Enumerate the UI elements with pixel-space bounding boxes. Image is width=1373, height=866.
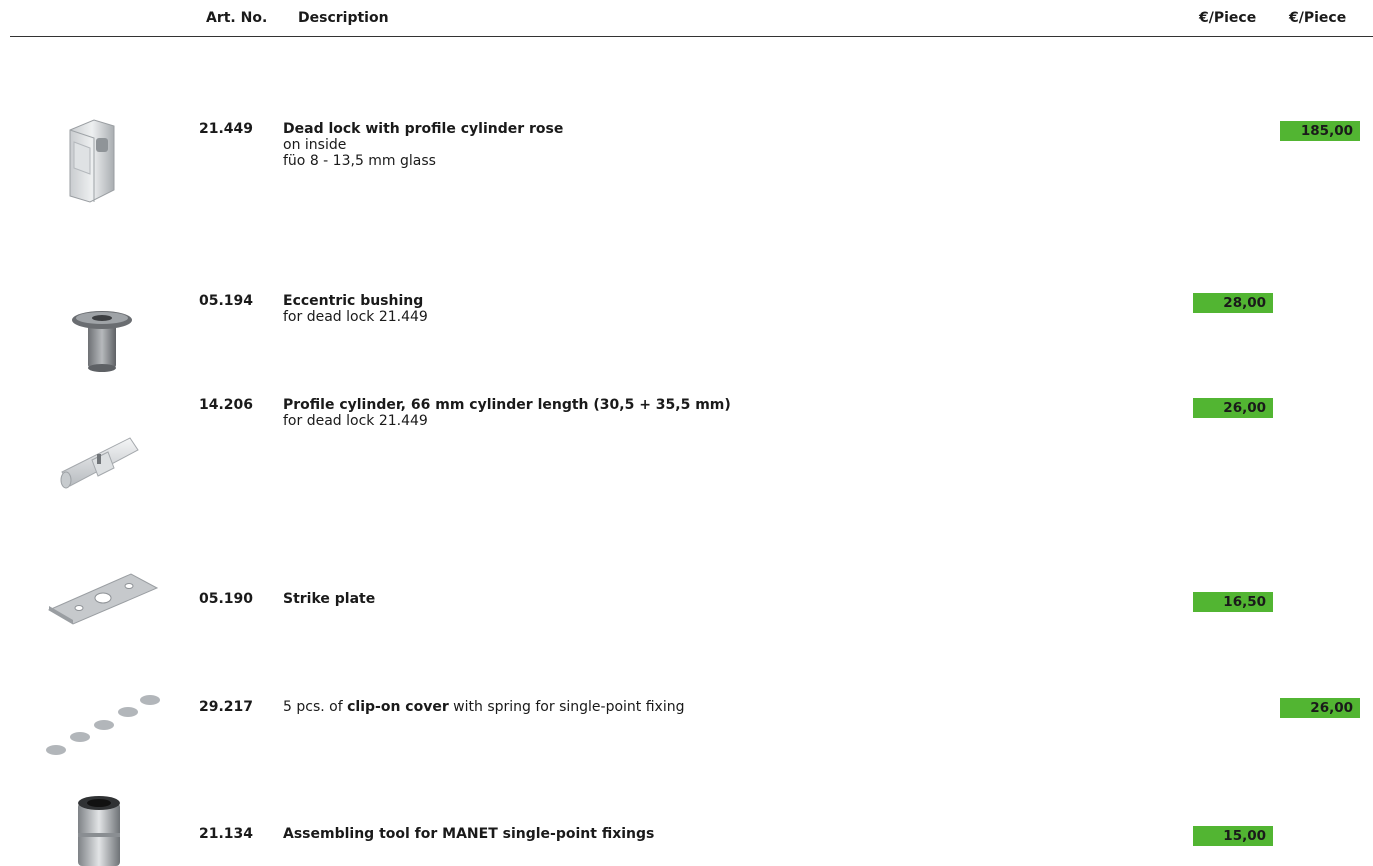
- art-no: 29.217: [199, 699, 254, 715]
- price-badge: 185,00: [1280, 121, 1360, 141]
- dead-lock-icon: [69, 119, 115, 203]
- art-no: 14.206: [199, 397, 254, 413]
- clip-covers-icon: [46, 695, 160, 755]
- description: Assembling tool for MANET single-point f…: [283, 826, 654, 842]
- header-price-1: €/Piece: [1199, 10, 1257, 26]
- item-title: Strike plate: [283, 591, 376, 607]
- description-line: füo 8 - 13,5 mm glass: [283, 153, 436, 169]
- description-suffix: with spring for single-point fixing: [448, 699, 685, 715]
- description: Strike plate: [283, 591, 375, 607]
- description: Profile cylinder, 66 mm cylinder length …: [283, 397, 731, 429]
- description-line: for dead lock 21.449: [283, 309, 428, 325]
- art-no: 05.190: [199, 591, 254, 607]
- bushing-icon: [72, 311, 132, 372]
- description: Eccentric bushing for dead lock 21.449: [283, 293, 428, 325]
- art-no: 21.134: [199, 826, 254, 842]
- art-no: 21.449: [199, 121, 254, 137]
- item-title: Eccentric bushing: [283, 293, 424, 309]
- description-line: on inside: [283, 137, 347, 153]
- header-description: Description: [298, 10, 389, 26]
- price-badge: 16,50: [1193, 592, 1273, 612]
- description-line: for dead lock 21.449: [283, 413, 428, 429]
- cylinder-icon: [60, 437, 139, 489]
- art-no: 05.194: [199, 293, 254, 309]
- strike-plate-icon: [47, 573, 159, 625]
- description: Dead lock with profile cylinder rose on …: [283, 121, 563, 169]
- price-badge: 26,00: [1193, 398, 1273, 418]
- price-badge: 15,00: [1193, 826, 1273, 846]
- header-price-2: €/Piece: [1289, 10, 1347, 26]
- item-title: Dead lock with profile cylinder rose: [283, 121, 564, 137]
- description-prefix: 5 pcs. of: [283, 699, 348, 715]
- header-art-no: Art. No.: [206, 10, 268, 26]
- assembling-tool-icon: [78, 796, 120, 866]
- description: 5 pcs. of clip-on cover with spring for …: [283, 699, 684, 715]
- price-badge: 28,00: [1193, 293, 1273, 313]
- item-title: Assembling tool for MANET single-point f…: [283, 826, 655, 842]
- price-badge: 26,00: [1280, 698, 1360, 718]
- item-title: clip-on cover: [347, 699, 449, 715]
- header-rule: [10, 36, 1373, 37]
- item-title: Profile cylinder, 66 mm cylinder length …: [283, 397, 731, 413]
